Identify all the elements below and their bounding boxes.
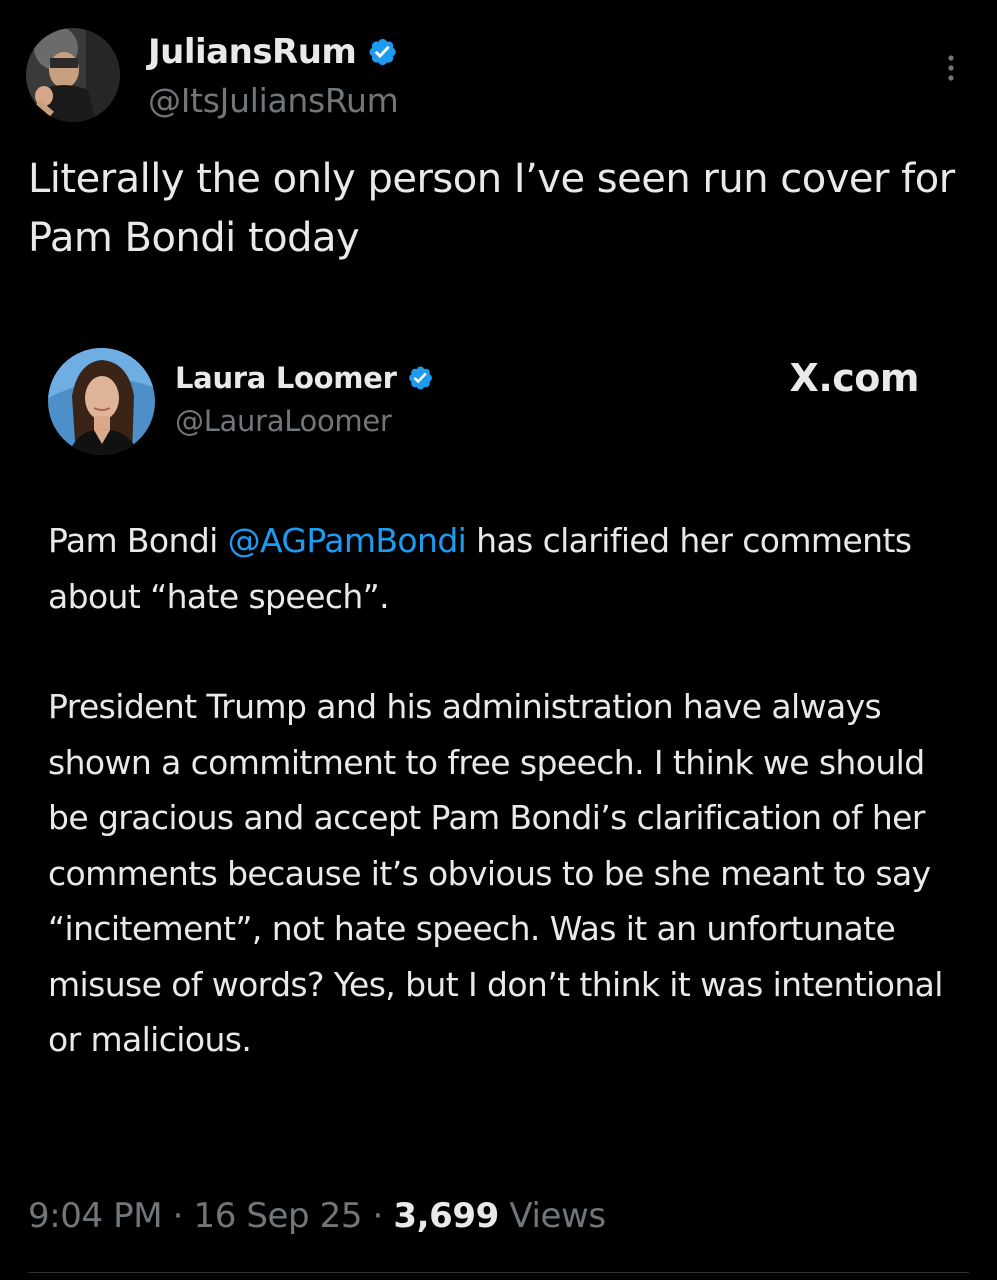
author-avatar[interactable]	[26, 28, 120, 122]
tweet-meta: 9:04 PM · 16 Sep 25 · 3,699 Views	[28, 1196, 606, 1242]
tweet: JuliansRum @ItsJuliansRum Literally the …	[0, 0, 997, 1280]
meta-separator: ·	[372, 1196, 384, 1236]
quoted-author-avatar[interactable]	[48, 348, 155, 455]
profile-photo-icon	[48, 348, 155, 455]
profile-photo-icon	[26, 28, 120, 122]
tweet-date[interactable]: 16 Sep 25	[193, 1196, 362, 1236]
views-count: 3,699	[393, 1196, 499, 1236]
divider	[28, 1272, 969, 1273]
author-display-name[interactable]: JuliansRum	[148, 32, 357, 72]
quoted-author-display-name[interactable]: Laura Loomer	[175, 361, 397, 395]
source-label: X.com	[789, 356, 920, 400]
quoted-paragraph-1: Pam Bondi @AGPamBondi has clarified her …	[48, 513, 958, 624]
verified-badge-icon	[366, 36, 398, 68]
quoted-author-name-row: Laura Loomer	[175, 358, 434, 398]
tweet-time[interactable]: 9:04 PM	[28, 1196, 163, 1236]
mention-link[interactable]: @AGPamBondi	[228, 521, 467, 560]
views-label: Views	[509, 1196, 606, 1236]
author-handle[interactable]: @ItsJuliansRum	[148, 81, 399, 120]
meta-separator: ·	[172, 1196, 184, 1236]
quoted-author-handle[interactable]: @LauraLoomer	[175, 404, 392, 438]
quoted-tweet[interactable]: Laura Loomer @LauraLoomer X.com Pam Bond…	[28, 326, 969, 1156]
quoted-tweet-text: Pam Bondi @AGPamBondi has clarified her …	[48, 513, 958, 1068]
more-vertical-icon[interactable]	[941, 50, 961, 90]
quoted-text-before-mention: Pam Bondi	[48, 521, 228, 560]
tweet-header: JuliansRum @ItsJuliansRum	[26, 28, 971, 128]
author-name-row: JuliansRum	[148, 30, 398, 74]
verified-badge-icon	[406, 364, 434, 392]
tweet-text: Literally the only person I’ve seen run …	[28, 156, 955, 261]
quoted-paragraph-2: President Trump and his administration h…	[48, 687, 943, 1059]
